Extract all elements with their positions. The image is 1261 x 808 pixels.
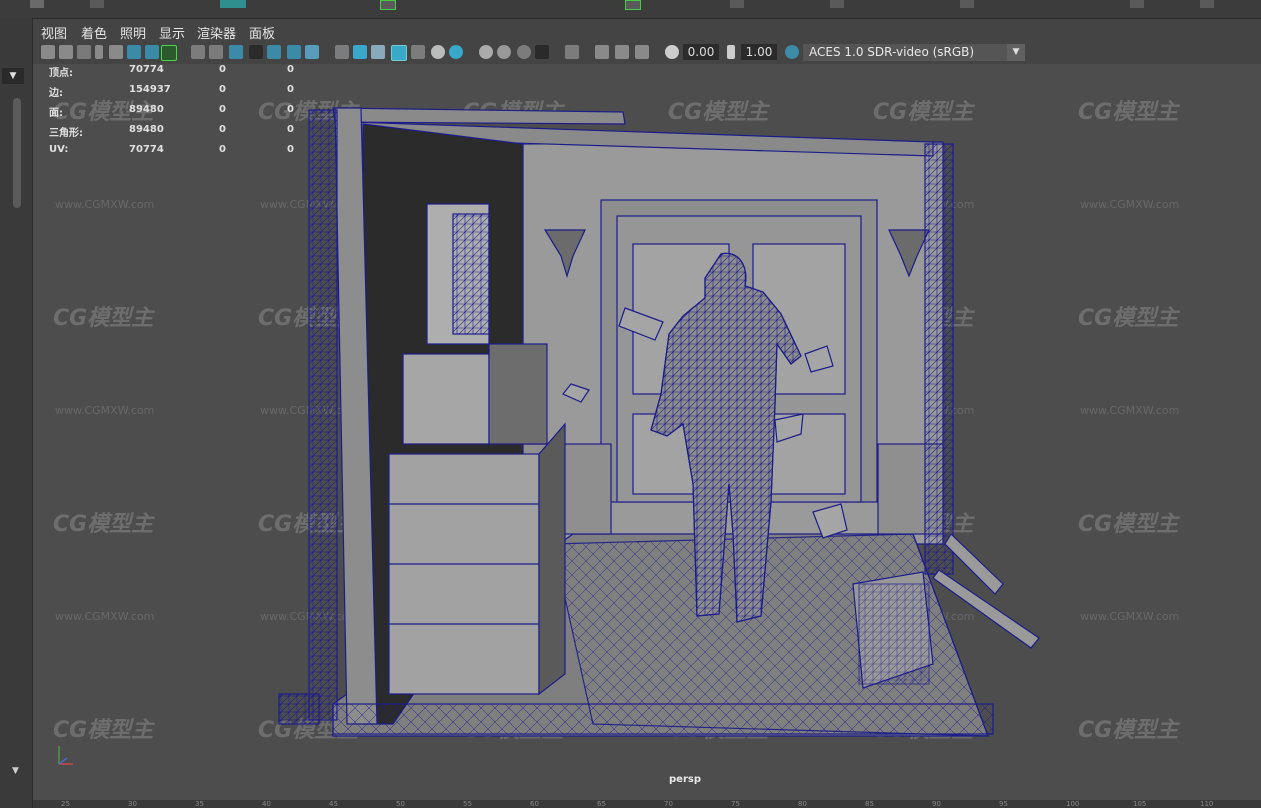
ruler-tick-label: 85 bbox=[865, 800, 874, 808]
top-toolbar-strip bbox=[0, 0, 1261, 19]
safe-title-icon[interactable] bbox=[305, 45, 319, 59]
camera-attributes-icon[interactable] bbox=[59, 45, 73, 59]
color-management-icon[interactable] bbox=[785, 45, 799, 59]
resolution-gate-icon[interactable] bbox=[229, 45, 243, 59]
xray-icon[interactable] bbox=[411, 45, 425, 59]
shelf-icon[interactable] bbox=[830, 0, 844, 8]
ceiling-beam bbox=[332, 107, 626, 125]
shelf-icon[interactable] bbox=[1200, 0, 1214, 8]
grid-icon[interactable] bbox=[191, 45, 205, 59]
panel-dropdown[interactable]: ▼ bbox=[2, 68, 24, 84]
ruler-tick-label: 105 bbox=[1133, 800, 1147, 808]
ruler-tick-label: 110 bbox=[1200, 800, 1214, 808]
ruler-tick-label: 100 bbox=[1066, 800, 1080, 808]
motion-blur-icon[interactable] bbox=[497, 45, 511, 59]
ruler-tick-label: 75 bbox=[731, 800, 740, 808]
ruler-tick-label: 45 bbox=[329, 800, 338, 808]
color-space-dropdown[interactable]: ACES 1.0 SDR-video (sRGB) bbox=[803, 44, 1025, 61]
ruler-tick-label: 50 bbox=[396, 800, 405, 808]
wireframe-icon[interactable] bbox=[335, 45, 349, 59]
smooth-shade-icon[interactable] bbox=[353, 45, 367, 59]
ruler-tick-label: 35 bbox=[195, 800, 204, 808]
ruler-tick-label: 65 bbox=[597, 800, 606, 808]
image-plane-icon[interactable] bbox=[145, 45, 159, 59]
menu-lighting[interactable]: 照明 bbox=[120, 23, 146, 42]
menu-shading[interactable]: 着色 bbox=[81, 23, 107, 42]
xray-active-icon[interactable] bbox=[615, 45, 629, 59]
shelf-icon[interactable] bbox=[380, 0, 396, 10]
use-all-lights-icon[interactable] bbox=[431, 45, 445, 59]
ruler-tick-label: 55 bbox=[463, 800, 472, 808]
camera-name-label: persp bbox=[669, 774, 701, 785]
image-plane-icon[interactable] bbox=[109, 45, 123, 59]
menu-show[interactable]: 显示 bbox=[159, 23, 185, 42]
shelf-icon[interactable] bbox=[30, 0, 44, 8]
image-plane-icon[interactable] bbox=[127, 45, 141, 59]
shelf-icon[interactable] bbox=[1130, 0, 1144, 8]
shelf-icon[interactable] bbox=[90, 0, 104, 8]
gate-mask-icon[interactable] bbox=[249, 45, 263, 59]
stat-row-faces: 面: 89480 0 0 bbox=[49, 104, 294, 119]
exposure-icon[interactable] bbox=[665, 45, 679, 59]
stat-row-vertices: 顶点: 70774 0 0 bbox=[49, 64, 294, 79]
gamma-field[interactable]: 1.00 bbox=[741, 44, 777, 60]
axis-gizmo-icon bbox=[58, 746, 73, 765]
field-chart-icon[interactable] bbox=[267, 45, 281, 59]
menu-view[interactable]: 视图 bbox=[41, 23, 67, 42]
scene-wireframe bbox=[278, 107, 1040, 737]
xray-joints-icon[interactable] bbox=[595, 45, 609, 59]
ruler-tick-label: 60 bbox=[530, 800, 539, 808]
xray-active-icon[interactable] bbox=[635, 45, 649, 59]
isolate-select-icon[interactable] bbox=[565, 45, 579, 59]
shelf-icon[interactable] bbox=[730, 0, 744, 8]
anti-aliasing-icon[interactable] bbox=[517, 45, 531, 59]
gamma-icon[interactable] bbox=[727, 45, 735, 59]
ruler-tick-label: 70 bbox=[664, 800, 673, 808]
chevron-down-icon[interactable]: ▼ bbox=[1007, 44, 1025, 61]
select-camera-icon[interactable] bbox=[41, 45, 55, 59]
bookmark-icon[interactable] bbox=[95, 45, 103, 59]
time-ruler[interactable]: 25 30 35 40 45 50 55 60 65 70 75 80 85 90 95 100 105 110 bbox=[33, 800, 1261, 808]
shelf-icon[interactable] bbox=[220, 0, 246, 8]
exposure-field[interactable]: 0.00 bbox=[683, 44, 719, 60]
shelf-icon[interactable] bbox=[960, 0, 974, 8]
ruler-tick-label: 25 bbox=[61, 800, 70, 808]
ruler-tick-label: 30 bbox=[128, 800, 137, 808]
film-gate-icon[interactable] bbox=[209, 45, 223, 59]
shadows-icon[interactable] bbox=[449, 45, 463, 59]
scroll-down-icon[interactable]: ▼ bbox=[12, 766, 19, 776]
stat-row-triangles: 三角形: 89480 0 0 bbox=[49, 124, 294, 139]
left-panel: ▼ ▼ bbox=[0, 18, 33, 808]
menu-renderer[interactable]: 渲染器 bbox=[197, 23, 236, 42]
ruler-tick-label: 95 bbox=[999, 800, 1008, 808]
ruler-tick-label: 90 bbox=[932, 800, 941, 808]
highlight-icon[interactable] bbox=[161, 45, 177, 61]
cabinet bbox=[388, 453, 540, 695]
panel-toolbar: 0.00 1.00 ACES 1.0 SDR-video (sRGB) ▼ bbox=[33, 42, 1261, 64]
screen-space-ao-icon[interactable] bbox=[479, 45, 493, 59]
menu-panels[interactable]: 面板 bbox=[249, 23, 275, 42]
shelf-icon[interactable] bbox=[625, 0, 641, 10]
scrollbar[interactable] bbox=[13, 98, 21, 208]
3d-viewport[interactable]: CG模型主www.CGMXW.comCG模型主www.CGMXW.comCG模型… bbox=[33, 64, 1261, 800]
wireframe-on-shaded-icon[interactable] bbox=[391, 45, 407, 61]
depth-of-field-icon[interactable] bbox=[535, 45, 549, 59]
camera-attributes-icon[interactable] bbox=[77, 45, 91, 59]
ruler-tick-label: 40 bbox=[262, 800, 271, 808]
stat-row-edges: 边: 154937 0 0 bbox=[49, 84, 294, 99]
safe-action-icon[interactable] bbox=[287, 45, 301, 59]
default-material-icon[interactable] bbox=[371, 45, 385, 59]
panel-menu-bar: 视图 着色 照明 显示 渲染器 面板 bbox=[33, 21, 1261, 42]
box-stack bbox=[402, 353, 490, 445]
ruler-tick-label: 80 bbox=[798, 800, 807, 808]
stat-row-uvs: UV: 70774 0 0 bbox=[49, 144, 294, 155]
